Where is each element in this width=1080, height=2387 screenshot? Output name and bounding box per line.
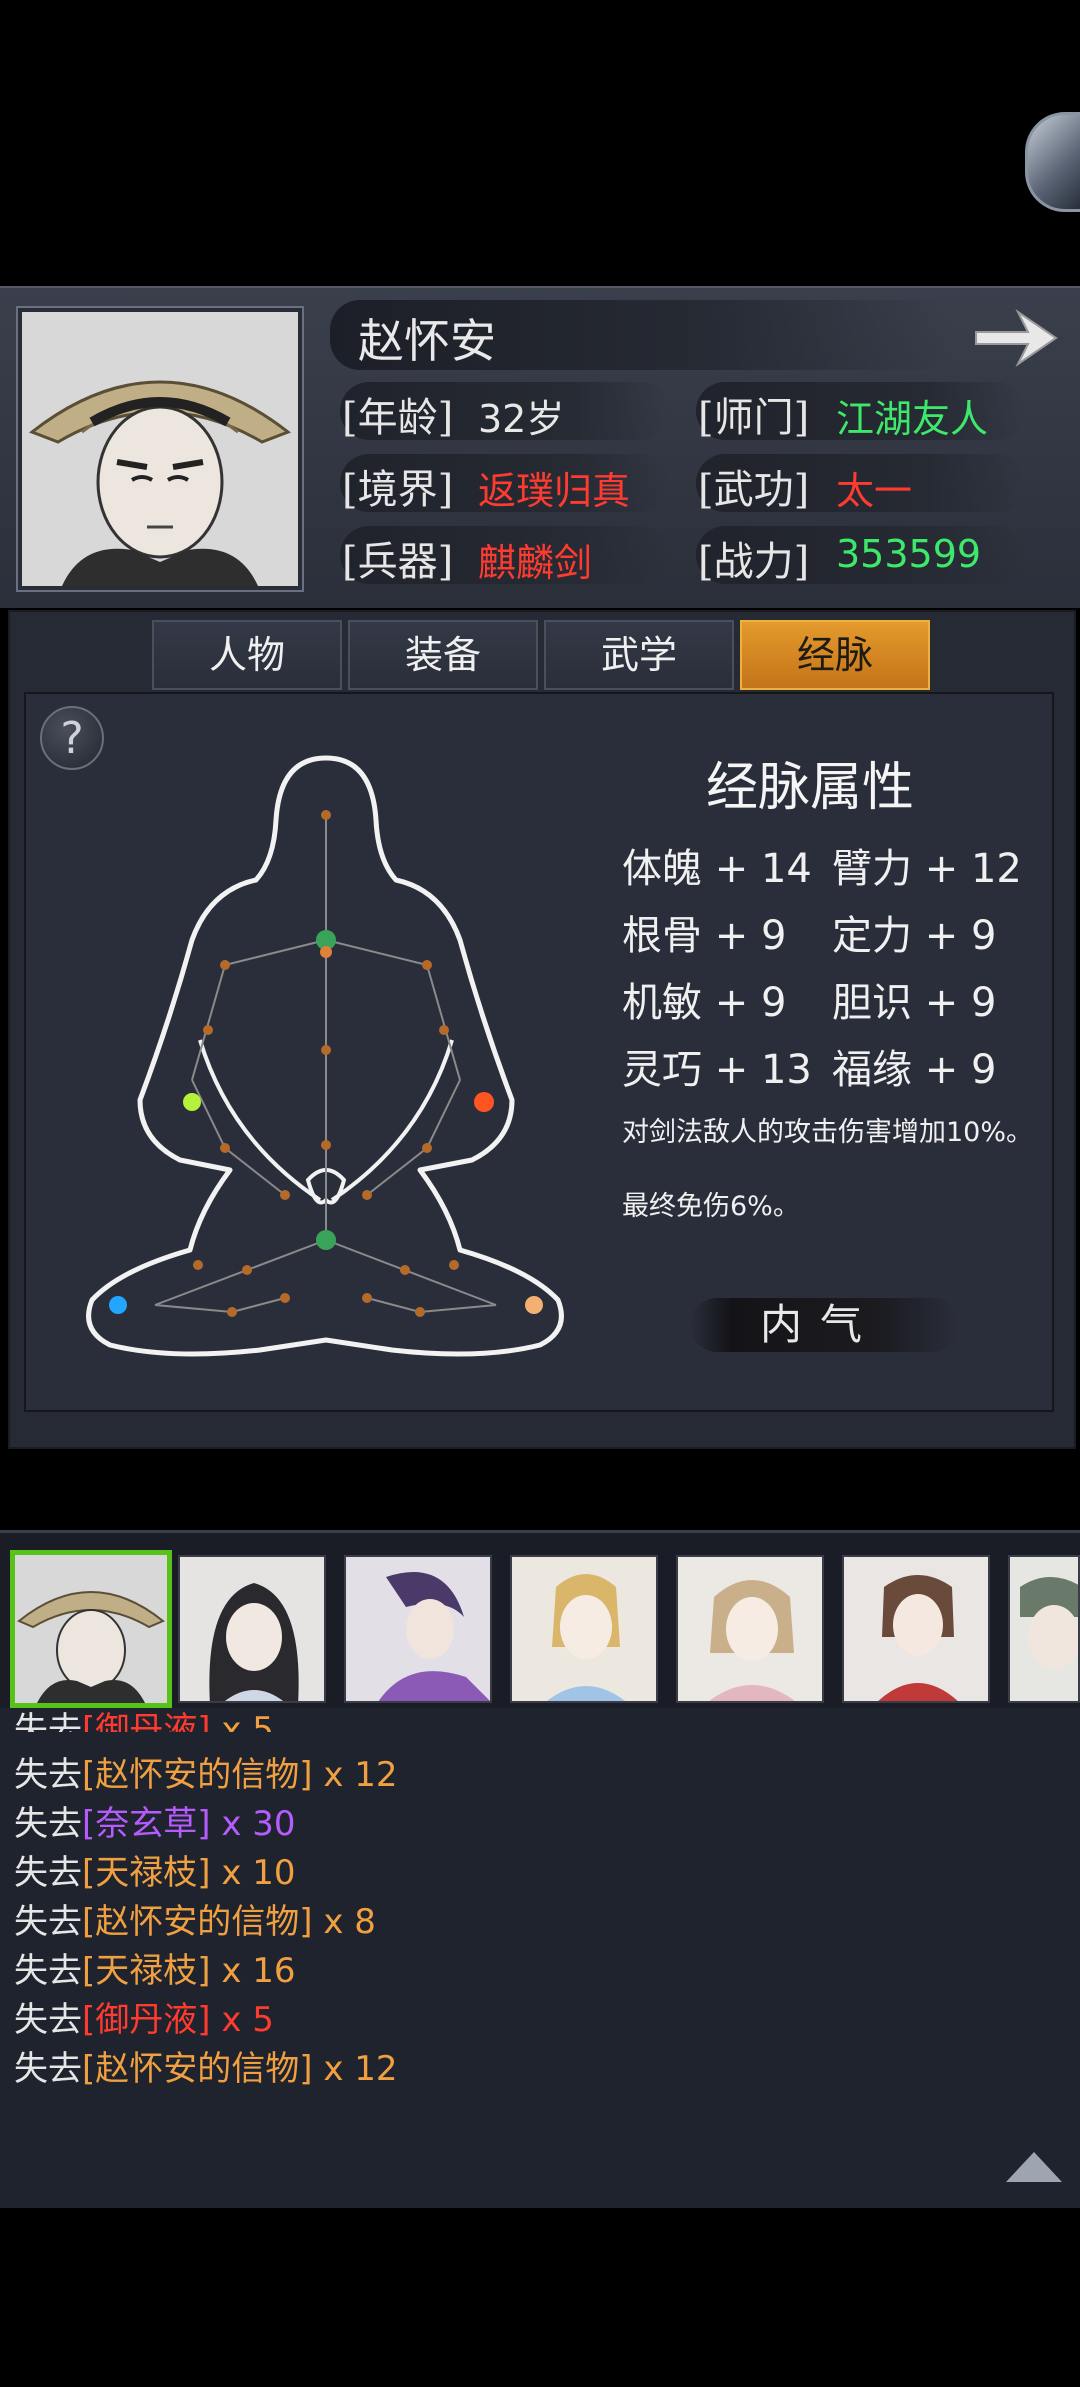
weapon-value: 麒麟剑 xyxy=(478,541,593,585)
power-value: 353599 xyxy=(836,532,982,576)
skill-label: [武功] xyxy=(698,467,810,513)
log-line: 失去[赵怀安的信物] x 8 xyxy=(14,1902,376,1942)
party-member-2[interactable] xyxy=(178,1555,326,1703)
meridian-body-figure xyxy=(86,755,564,1357)
attr-agility: 机敏 + 9 xyxy=(622,980,787,1026)
effect-damage: 对剑法敌人的攻击伤害增加10%。 xyxy=(622,1117,1034,1148)
log-line: 失去[天禄枝] x 16 xyxy=(14,1951,296,1991)
party-member-7[interactable] xyxy=(1008,1555,1080,1703)
age-value: 32岁 xyxy=(478,397,565,441)
log-line: 失去[赵怀安的信物] x 12 xyxy=(14,1755,398,1795)
party-member-1[interactable] xyxy=(10,1550,172,1708)
inner-qi-label: 内气 xyxy=(759,1300,880,1349)
sect-label: [师门] xyxy=(698,395,810,441)
party-member-5[interactable] xyxy=(676,1555,824,1703)
log-line: 失去[奈玄草] x 30 xyxy=(14,1804,296,1844)
tab-character[interactable]: 人物 xyxy=(152,620,342,690)
attr-dexterity: 灵巧 + 13 xyxy=(622,1047,812,1093)
attr-courage: 胆识 + 9 xyxy=(832,980,997,1026)
log-line: 失去[御丹液] x 5 xyxy=(14,1710,274,1732)
effect-reduction: 最终免伤6%。 xyxy=(622,1191,800,1222)
log-line: 失去[御丹液] x 5 xyxy=(14,2000,274,2040)
inner-qi-button[interactable]: 内气 xyxy=(690,1290,960,1360)
tab-martial-arts[interactable]: 武学 xyxy=(544,620,734,690)
attr-composure: 定力 + 9 xyxy=(832,913,997,959)
party-member-4[interactable] xyxy=(510,1555,658,1703)
attr-physique: 体魄 + 14 xyxy=(622,846,812,892)
realm-label: [境界] xyxy=(342,467,454,513)
party-member-3[interactable] xyxy=(344,1555,492,1703)
menu-corner-icon[interactable] xyxy=(1025,112,1080,212)
attr-fortune: 福缘 + 9 xyxy=(832,1047,997,1093)
weapon-label: [兵器] xyxy=(342,539,454,585)
arrow-right-icon[interactable] xyxy=(970,302,1062,374)
sect-value: 江湖友人 xyxy=(836,397,989,441)
log-line: 失去[赵怀安的信物] x 12 xyxy=(14,2049,398,2089)
party-member-6[interactable] xyxy=(842,1555,990,1703)
attr-strength: 臂力 + 12 xyxy=(832,846,1022,892)
scroll-up-icon[interactable] xyxy=(1002,2148,1066,2184)
age-label: [年龄] xyxy=(342,395,454,441)
tab-equipment[interactable]: 装备 xyxy=(348,620,538,690)
meridian-title: 经脉属性 xyxy=(705,758,914,818)
realm-value: 返璞归真 xyxy=(478,469,631,513)
character-portrait xyxy=(18,308,302,590)
tab-meridians[interactable]: 经脉 xyxy=(740,620,930,690)
skill-value: 太一 xyxy=(836,469,913,513)
character-name: 赵怀安 xyxy=(358,314,496,368)
attr-constitution: 根骨 + 9 xyxy=(622,913,787,959)
log-line: 失去[天禄枝] x 10 xyxy=(14,1853,296,1893)
power-label: [战力] xyxy=(698,539,810,585)
